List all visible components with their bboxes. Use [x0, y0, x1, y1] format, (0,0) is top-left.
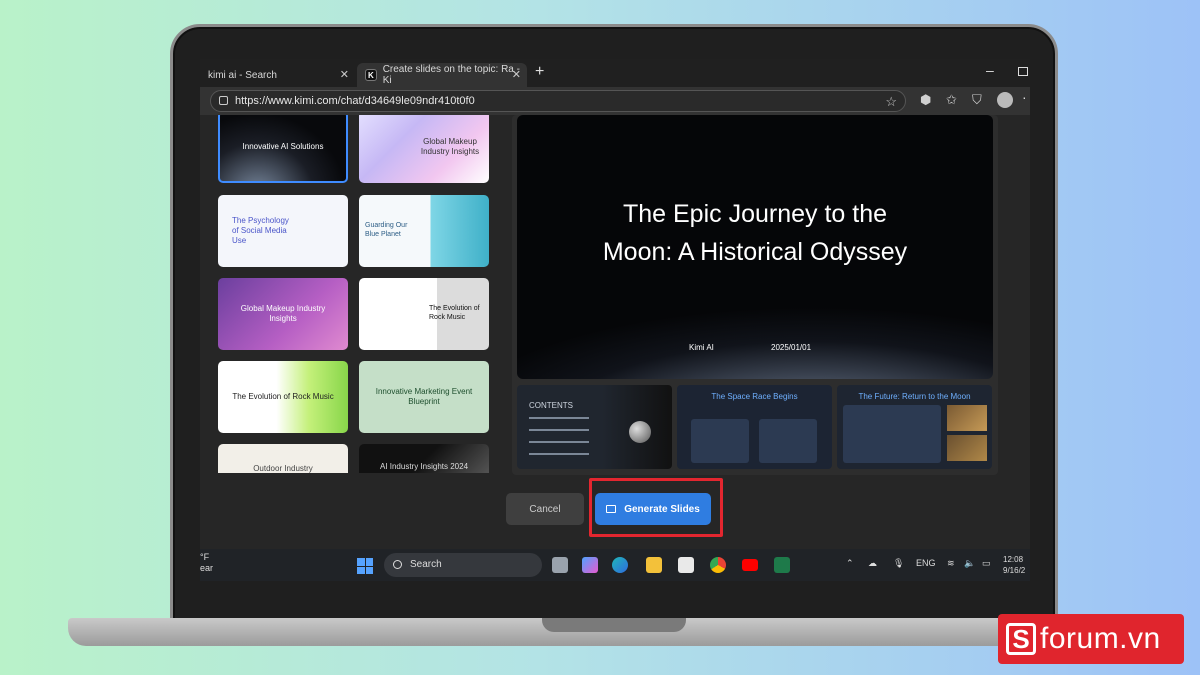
template-thumb[interactable]: Innovative AI Solutions	[218, 115, 348, 183]
windows-taskbar: °F ear Search ⌃ ☁ 🎙 ENG ≋ 🔈 ▭ 12:08 9/16…	[200, 549, 1030, 581]
template-thumb[interactable]: Global Makeup Industry Insights	[218, 278, 348, 350]
slide-preview-panel: The Epic Journey to the Moon: A Historic…	[512, 115, 998, 475]
close-tab-icon[interactable]: ✕	[512, 68, 521, 81]
show-hidden-icons-icon[interactable]: ⌃	[846, 558, 854, 569]
brand-letter: S	[1006, 623, 1036, 655]
system-clock[interactable]: 12:08 9/16/2	[1003, 554, 1025, 576]
slide-thumb-future[interactable]: The Future: Return to the Moon	[837, 385, 992, 469]
laptop-screen: kimi ai - Search ✕ K Create slides on th…	[200, 59, 1030, 581]
battery-icon[interactable]: ▭	[982, 558, 991, 569]
slide-title: The Epic Journey to the Moon: A Historic…	[602, 200, 908, 266]
template-thumb[interactable]: The Evolution of Rock Music	[218, 361, 348, 433]
site-info-icon[interactable]	[219, 96, 228, 105]
template-thumb[interactable]: The Psychology of Social Media Use	[218, 195, 348, 267]
address-url: https://www.kimi.com/chat/d34649le09ndr4…	[235, 95, 475, 107]
sforum-logo: S forum.vn	[998, 614, 1184, 664]
title-slide-preview: The Epic Journey to the Moon: A Historic…	[517, 115, 993, 379]
favorite-star-icon[interactable]: ☆	[885, 92, 897, 112]
browser-tab-bar: kimi ai - Search ✕ K Create slides on th…	[200, 59, 1030, 87]
slide-image	[947, 435, 987, 461]
youtube-icon[interactable]	[742, 559, 758, 571]
cancel-button[interactable]: Cancel	[506, 493, 584, 525]
close-tab-icon[interactable]: ✕	[340, 68, 349, 81]
highlight-box	[589, 478, 723, 537]
slide-image	[947, 405, 987, 431]
template-thumb[interactable]: AI Industry Insights 2024	[359, 444, 489, 473]
address-row: https://www.kimi.com/chat/d34649le09ndr4…	[200, 87, 1030, 115]
template-thumb[interactable]: Innovative Marketing Event Blueprint	[359, 361, 489, 433]
favorites-icon[interactable]: ✩	[946, 92, 957, 108]
tab-label: kimi ai - Search	[208, 69, 277, 81]
new-tab-icon[interactable]: +	[535, 63, 544, 81]
profile-avatar[interactable]	[997, 92, 1013, 108]
kimi-favicon-icon: K	[365, 69, 377, 81]
kimi-slides-dialog: Innovative AI Solutions Global Makeup In…	[200, 115, 1030, 549]
slide-date: 2025/01/01	[771, 343, 812, 352]
brand-name: forum.vn	[1040, 622, 1161, 655]
copilot-icon[interactable]	[582, 557, 598, 573]
planet-image	[629, 421, 651, 443]
tab-label: Create slides on the topic: Ra - Ki	[382, 64, 520, 86]
more-icon[interactable]: ·	[1022, 89, 1027, 105]
minimize-icon[interactable]: –	[986, 62, 994, 78]
search-icon	[393, 560, 402, 569]
template-thumb[interactable]: Global Makeup Industry Insights	[359, 115, 489, 183]
windows-start-icon[interactable]	[357, 558, 373, 574]
microphone-icon[interactable]: 🎙	[893, 558, 904, 569]
volume-icon[interactable]: 🔈	[964, 558, 975, 569]
file-explorer-icon[interactable]	[646, 557, 662, 573]
edge-icon[interactable]	[612, 557, 628, 573]
address-bar[interactable]: https://www.kimi.com/chat/d34649le09ndr4…	[210, 90, 906, 112]
slide-author: Kimi AI	[689, 343, 714, 352]
taskbar-search[interactable]: Search	[384, 553, 542, 577]
weather-widget[interactable]: °F ear	[200, 552, 213, 574]
task-view-icon[interactable]	[552, 557, 568, 573]
template-thumb[interactable]: Outdoor Industry	[218, 444, 348, 473]
app-icon[interactable]	[774, 557, 790, 573]
browser-tab-kimi[interactable]: K Create slides on the topic: Ra - Ki ✕	[357, 63, 527, 87]
template-gallery: Innovative AI Solutions Global Makeup In…	[218, 115, 490, 473]
language-indicator[interactable]: ENG	[916, 558, 936, 568]
shield-icon[interactable]: ⛉	[972, 92, 982, 108]
cloud-icon[interactable]: ☁	[868, 558, 877, 569]
store-icon[interactable]	[678, 557, 694, 573]
chrome-icon[interactable]	[710, 557, 726, 573]
template-thumb[interactable]: The Evolution of Rock Music	[359, 278, 489, 350]
laptop-notch	[542, 618, 686, 632]
browser-tab-search[interactable]: kimi ai - Search ✕	[200, 63, 355, 87]
template-thumb[interactable]: Guarding Our Blue Planet	[359, 195, 489, 267]
slide-thumb-contents[interactable]: CONTENTS	[517, 385, 672, 469]
slide-thumb-space-race[interactable]: The Space Race Begins	[677, 385, 832, 469]
wifi-icon[interactable]: ≋	[947, 558, 955, 569]
extensions-icon[interactable]: ⬢	[920, 92, 931, 108]
restore-window-icon[interactable]	[1018, 67, 1028, 76]
